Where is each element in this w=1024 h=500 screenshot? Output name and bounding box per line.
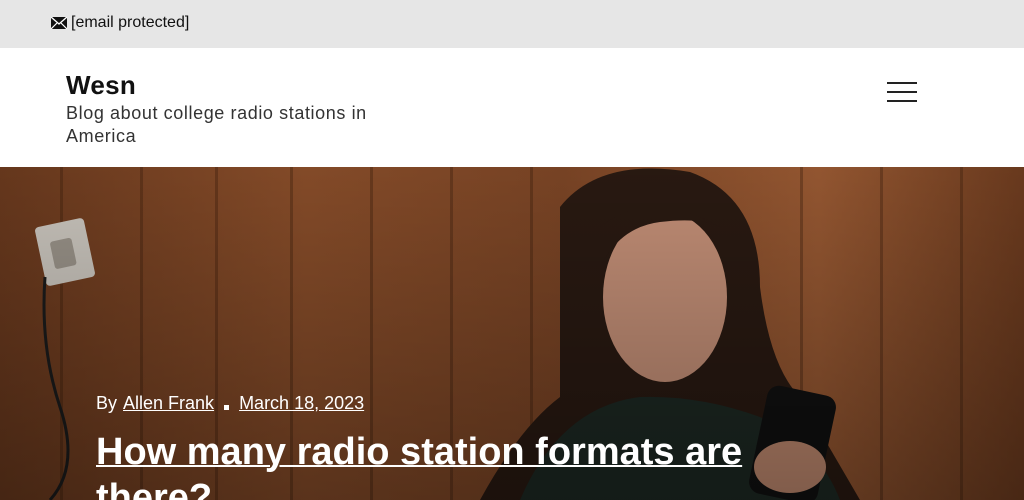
top-bar: [email protected] [0, 0, 1024, 48]
menu-line [887, 82, 917, 84]
mail-icon [51, 17, 67, 29]
contact-email[interactable]: [email protected] [51, 14, 189, 32]
post-meta: By Allen Frank March 18, 2023 [96, 393, 364, 414]
post-date-link[interactable]: March 18, 2023 [239, 393, 364, 414]
hero-featured-post[interactable]: By Allen Frank March 18, 2023 How many r… [0, 167, 1024, 500]
site-tagline: Blog about college radio stations in Ame… [66, 103, 367, 146]
post-title-link[interactable]: How many radio station formats are there… [96, 429, 816, 500]
site-header: Wesn Blog about college radio stations i… [0, 48, 1024, 167]
separator-dot [224, 405, 230, 410]
menu-line [887, 100, 917, 102]
hamburger-menu-icon[interactable] [880, 78, 924, 108]
site-title[interactable]: Wesn [66, 70, 136, 101]
by-label: By [96, 393, 118, 413]
email-text[interactable]: [email protected] [71, 14, 189, 32]
menu-line [887, 91, 917, 93]
author-link[interactable]: Allen Frank [123, 393, 214, 414]
